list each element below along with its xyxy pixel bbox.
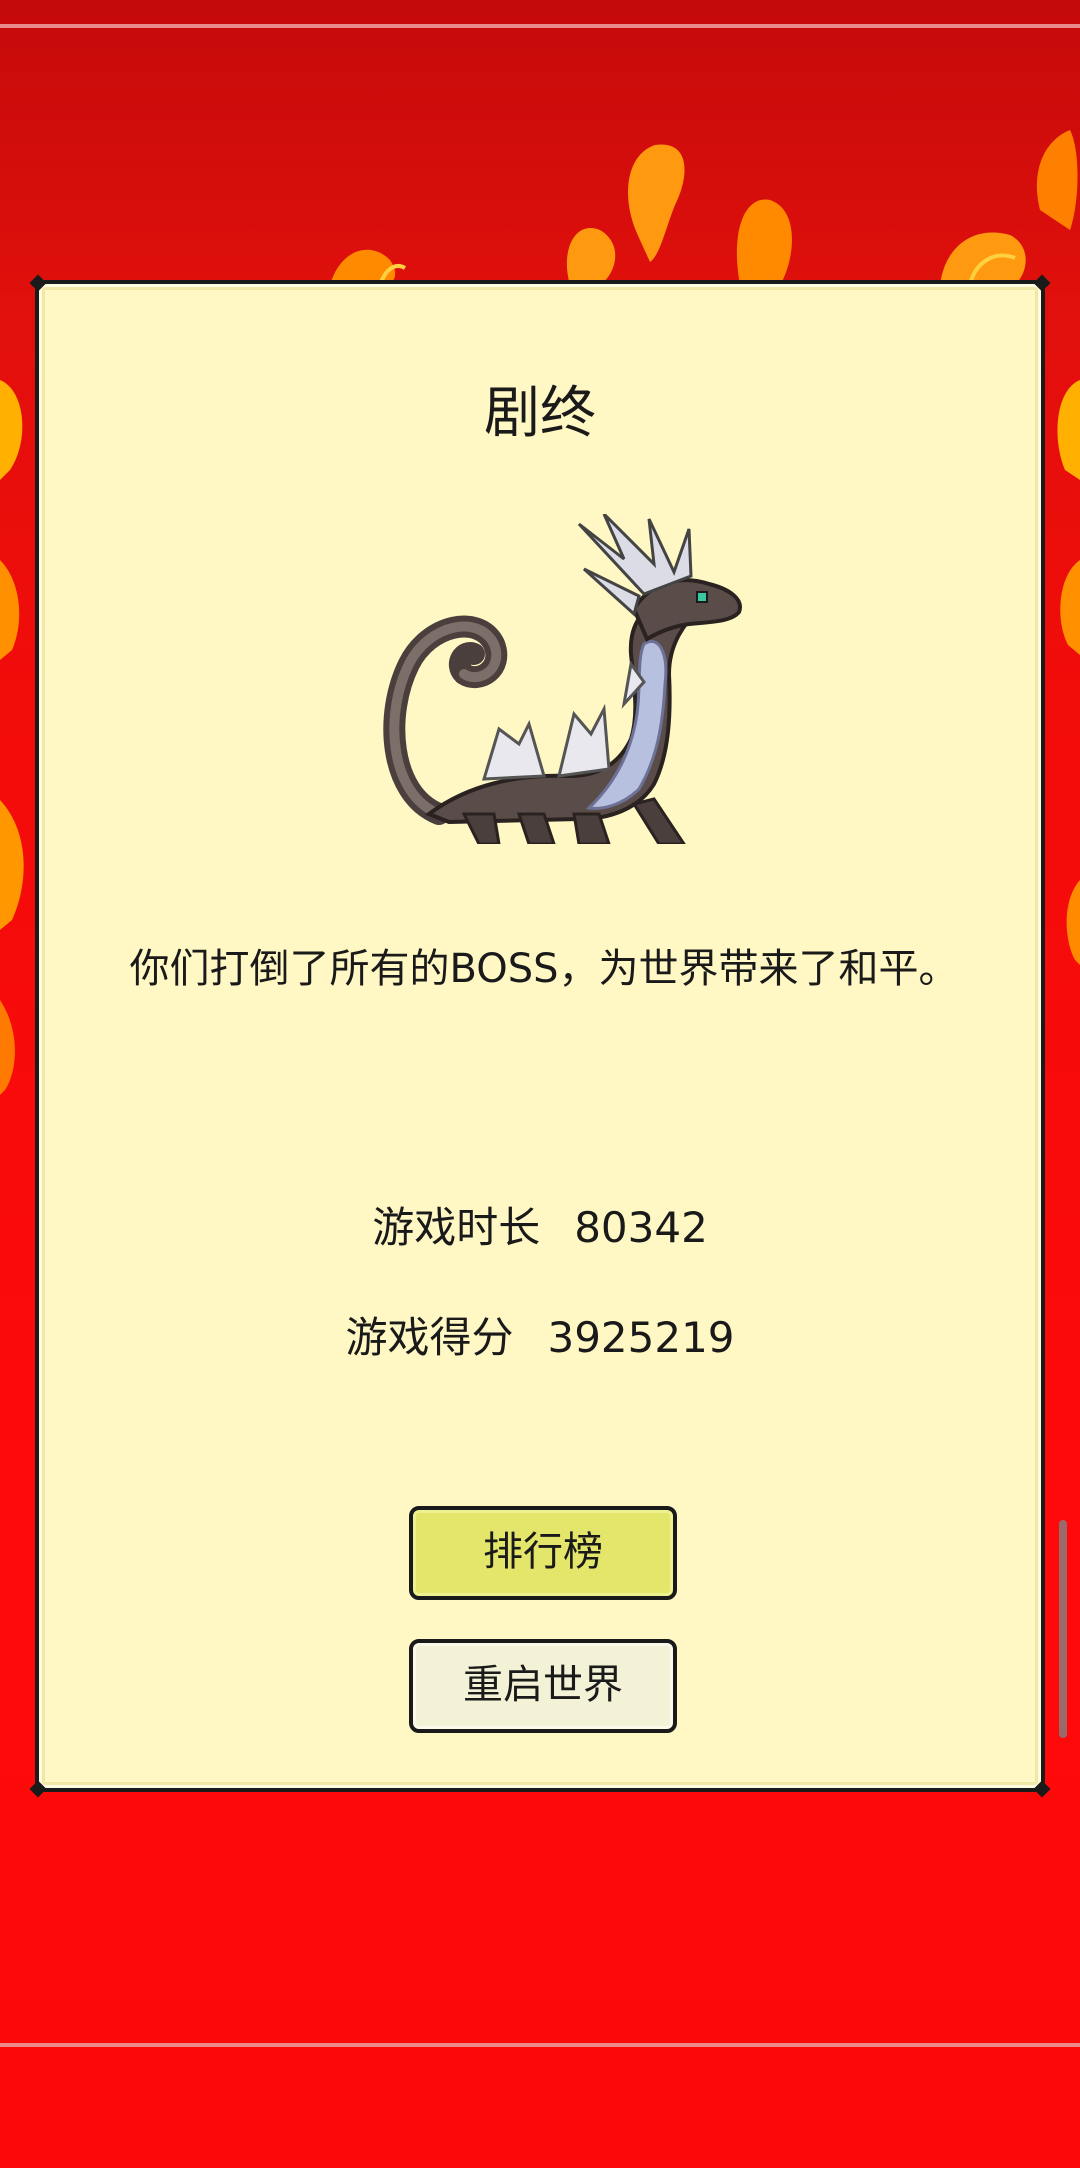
play-time-label: 游戏时长 (372, 1203, 541, 1252)
score-value: 3925219 (547, 1313, 735, 1362)
scrollbar[interactable] (1059, 1520, 1067, 1738)
top-divider (0, 24, 1080, 28)
score-stat: 游戏得分 3925219 (39, 1304, 1041, 1365)
restart-world-button[interactable]: 重启世界 (409, 1639, 677, 1733)
bottom-divider (0, 2043, 1080, 2047)
play-time-stat: 游戏时长 80342 (39, 1194, 1041, 1255)
leaderboard-button[interactable]: 排行榜 (409, 1506, 677, 1600)
dialog-title: 剧终 (484, 381, 596, 446)
ending-message: 你们打倒了所有的BOSS，为世界带来了和平。 (129, 946, 959, 992)
game-over-dialog: 剧终 你们打倒了所有的BOSS，为世界带来了和平。 游戏时长 80342 游戏得分… (29, 274, 1051, 1798)
score-label: 游戏得分 (345, 1313, 514, 1362)
play-time-value: 80342 (574, 1203, 708, 1252)
dragon-boss-icon (383, 514, 742, 844)
